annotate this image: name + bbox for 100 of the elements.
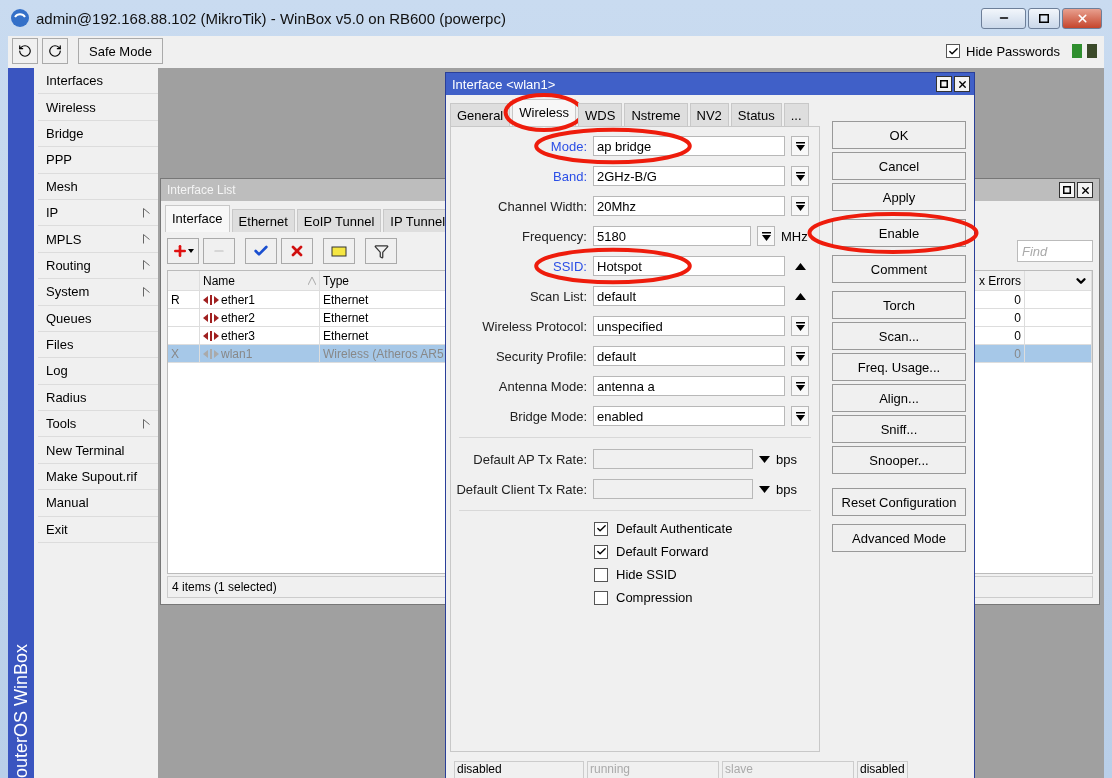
tab[interactable]: ... [783, 103, 809, 126]
down-arrow-icon[interactable] [759, 455, 770, 463]
maximize-button[interactable] [936, 76, 952, 92]
field-label[interactable]: SSID: [451, 258, 587, 274]
tab[interactable]: Status [730, 103, 782, 126]
dialog-button[interactable]: Comment [832, 255, 966, 283]
checkbox-label: Default Forward [616, 544, 709, 559]
dialog-button[interactable]: Sniff... [832, 415, 966, 443]
dropdown-button[interactable] [791, 136, 809, 156]
table-cell: wlan1 [200, 345, 320, 363]
tab[interactable]: Ethernet [231, 209, 295, 232]
dialog-button[interactable]: Torch [832, 291, 966, 319]
tab[interactable]: Nstreme [624, 103, 688, 126]
window-title: admin@192.168.88.102 (MikroTik) - WinBox v5.0 on RB600 (powerpc) [36, 9, 507, 27]
dropdown-arrow-icon [795, 411, 805, 421]
dialog-button[interactable]: Scan... [832, 322, 966, 350]
status-cell: running [587, 761, 719, 778]
disable-button[interactable] [281, 238, 313, 264]
field-label: Frequency: [520, 228, 587, 244]
checkbox[interactable] [946, 44, 961, 58]
redo-button[interactable] [42, 38, 68, 64]
comment-button[interactable] [323, 238, 355, 264]
maximize-button[interactable] [1059, 182, 1075, 198]
dropdown-button[interactable] [791, 316, 809, 336]
submenu-arrow-icon [143, 418, 150, 429]
filter-icon [373, 243, 389, 259]
plus-icon [172, 243, 188, 259]
maximize-button[interactable] [1028, 7, 1060, 29]
input-field[interactable]: 5180 [593, 226, 751, 246]
dropdown-button[interactable] [791, 376, 809, 396]
tab[interactable]: WDS [578, 103, 623, 126]
tab[interactable]: General [450, 103, 511, 126]
dialog-button[interactable]: Freq. Usage... [832, 353, 966, 381]
filter-button[interactable] [365, 238, 397, 264]
input-field[interactable] [593, 449, 753, 469]
tab[interactable]: EoIP Tunnel [296, 209, 382, 232]
checkbox-label: Default Authenticate [616, 521, 733, 536]
dialog-button[interactable]: Reset Configuration [832, 488, 966, 516]
up-arrow-icon[interactable] [794, 262, 806, 270]
dropdown-arrow-icon [795, 351, 805, 361]
dropdown-button[interactable] [791, 196, 809, 216]
checkbox[interactable] [594, 567, 608, 582]
down-arrow-icon[interactable] [759, 485, 770, 493]
input-field[interactable]: 2GHz-B/G [593, 166, 785, 186]
safe-mode-button[interactable]: Safe Mode [78, 38, 163, 64]
dropdown-arrow-icon [795, 141, 805, 151]
field-label[interactable]: Mode: [451, 138, 587, 154]
tab[interactable]: Wireless [512, 99, 577, 126]
dropdown-button[interactable] [791, 406, 809, 426]
checkbox[interactable] [594, 544, 608, 559]
input-field[interactable]: default [593, 346, 785, 366]
checkbox[interactable] [594, 521, 608, 536]
undo-button[interactable] [12, 38, 38, 64]
maximize-icon [1039, 13, 1049, 23]
check-icon [947, 45, 959, 57]
close-button[interactable] [1077, 182, 1093, 198]
input-field[interactable] [593, 479, 753, 499]
input-field[interactable]: enabled [593, 406, 785, 426]
status-cell: disabled [857, 761, 908, 778]
port-icon [203, 348, 219, 359]
dialog-button[interactable]: Snooper... [832, 446, 966, 474]
find-field[interactable]: Find [1017, 240, 1093, 262]
dialog-button[interactable]: Advanced Mode [832, 524, 966, 552]
dropdown-arrow-icon [795, 171, 805, 181]
unit-label: MHz [781, 228, 808, 244]
minimize-button[interactable] [981, 7, 1026, 29]
input-field[interactable]: default [593, 286, 785, 306]
caret-icon [188, 249, 194, 253]
sort-icon [308, 276, 316, 285]
undo-icon [18, 44, 32, 58]
dialog-button[interactable]: Align... [832, 384, 966, 412]
input-field[interactable]: ap bridge [593, 136, 785, 156]
up-arrow-icon[interactable] [794, 292, 806, 300]
checkbox[interactable] [594, 590, 608, 605]
field-label: Antenna Mode: [497, 378, 587, 394]
input-field[interactable]: Hotspot [593, 256, 785, 276]
dialog-button[interactable]: Enable [832, 219, 966, 247]
input-field[interactable]: 20Mhz [593, 196, 785, 216]
enable-button[interactable] [245, 238, 277, 264]
input-field[interactable]: antenna a [593, 376, 785, 396]
tab[interactable]: NV2 [689, 103, 729, 126]
field-label[interactable]: Band: [451, 168, 587, 184]
close-button[interactable] [954, 76, 970, 92]
dialog-button[interactable]: Cancel [832, 152, 966, 180]
dialog-button[interactable]: Apply [832, 183, 966, 211]
field-label: Scan List: [528, 288, 587, 304]
add-button[interactable] [167, 238, 199, 264]
check-icon [595, 546, 607, 557]
dropdown-button[interactable] [791, 166, 809, 186]
tab[interactable]: Interface [165, 205, 230, 232]
input-field[interactable]: unspecified [593, 316, 785, 336]
brand-text: outerOS WinBox [10, 643, 32, 778]
check-icon [253, 243, 269, 259]
redo-icon [48, 44, 62, 58]
app-logo-icon [10, 8, 30, 28]
dropdown-button[interactable] [757, 226, 775, 246]
field-label: Security Profile: [494, 348, 587, 364]
submenu-arrow-icon [143, 286, 150, 297]
dropdown-button[interactable] [791, 346, 809, 366]
dialog-button[interactable]: OK [832, 121, 966, 149]
